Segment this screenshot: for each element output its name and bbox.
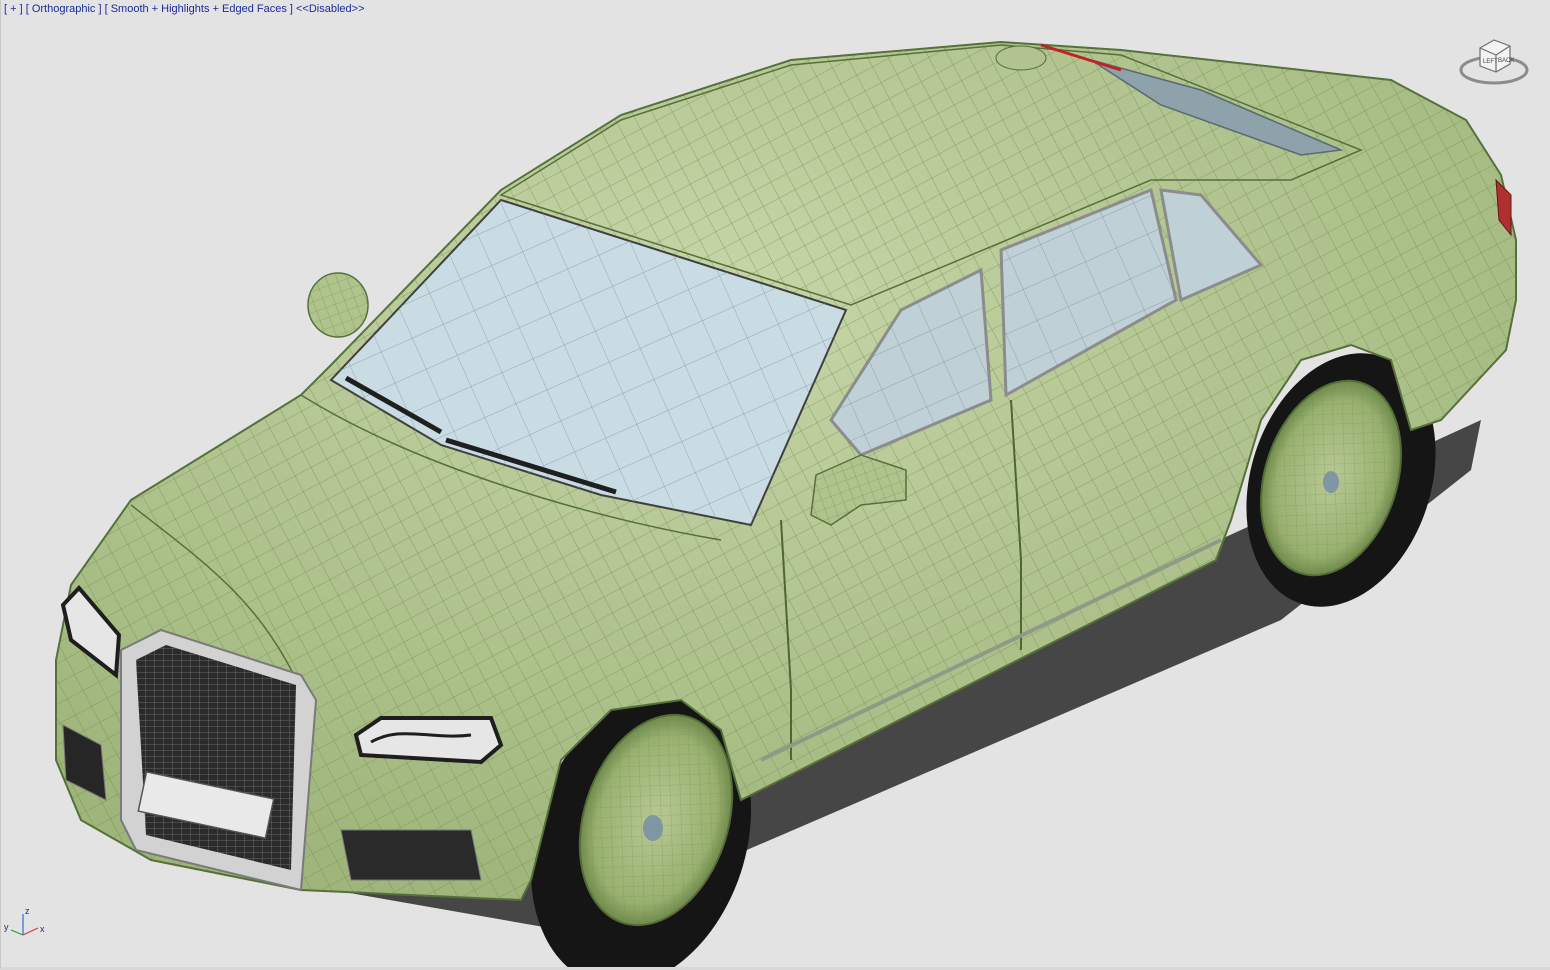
viewport-perspective[interactable]: [ + ] [ Orthographic ] [ Smooth + Highli… [0,0,1550,970]
viewport-menu-disabled[interactable]: <<Disabled>> [296,3,365,15]
right-headlight[interactable] [353,716,504,765]
viewport-label-menu: [ + ] [ Orthographic ] [ Smooth + Highli… [4,3,365,15]
svg-text:BACK: BACK [1498,58,1514,64]
rear-hub-cap [1323,471,1339,493]
axis-tripod: z x y [3,900,53,950]
car-model-render[interactable] [1,0,1550,970]
axis-label-y: y [4,922,9,932]
axis-label-x: x [40,924,45,934]
left-mirror[interactable] [307,272,369,338]
viewport-menu-view[interactable]: [ Orthographic ] [26,3,102,15]
viewcube-icon[interactable]: LEFT BACK [1456,30,1536,90]
front-hub-cap [643,815,663,841]
right-air-intake [340,829,482,881]
svg-text:LEFT: LEFT [1483,59,1498,65]
axis-label-z: z [25,906,30,916]
roof-fin [995,45,1047,71]
viewport-menu-plus[interactable]: [ + ] [4,3,23,15]
viewport-menu-shading[interactable]: [ Smooth + Highlights + Edged Faces ] [105,3,293,15]
